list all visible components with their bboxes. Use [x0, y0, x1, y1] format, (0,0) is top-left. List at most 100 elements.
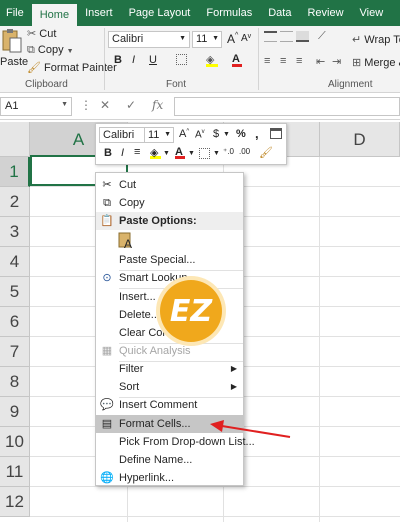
- mini-decrease-decimal-button[interactable]: .00: [239, 147, 250, 156]
- mini-currency-button[interactable]: $: [213, 128, 219, 140]
- increase-indent-button[interactable]: ⇥: [332, 55, 341, 68]
- chevron-down-icon[interactable]: ▼: [188, 150, 195, 157]
- paste-button[interactable]: Paste: [0, 28, 28, 74]
- formula-input[interactable]: [174, 97, 400, 116]
- menu-item-quick-analysis[interactable]: ▦ Quick Analysis: [96, 342, 243, 360]
- merge-label: Merge &: [364, 57, 400, 69]
- align-bottom-button[interactable]: [296, 31, 309, 45]
- ribbon-home: Paste ✂ Cut ⧉ Copy ▼ 🖌 Format Painter Cl…: [0, 26, 400, 93]
- menu-item-filter[interactable]: Filter ▶: [96, 360, 243, 378]
- borders-button[interactable]: [176, 54, 187, 68]
- mini-comma-button[interactable]: ,: [255, 126, 259, 141]
- cut-button[interactable]: ✂ Cut: [27, 27, 56, 40]
- tab-formulas[interactable]: Formulas: [198, 0, 260, 26]
- row-header[interactable]: 10: [0, 427, 30, 457]
- paste-values-button[interactable]: A: [118, 231, 136, 251]
- chevron-down-icon: ▼: [164, 131, 171, 138]
- row-header[interactable]: 1: [0, 157, 30, 187]
- cancel-entry-button[interactable]: ✕: [100, 98, 110, 112]
- chevron-down-icon[interactable]: ▼: [163, 150, 170, 157]
- mini-font-color-button[interactable]: A: [175, 146, 185, 159]
- font-name-select[interactable]: Calibri ▼: [108, 31, 190, 48]
- column-header-d[interactable]: D: [320, 122, 400, 157]
- mini-fill-color-button[interactable]: ◈: [150, 146, 161, 159]
- paste-values-letter: A: [124, 237, 133, 251]
- menu-item-sort-label: Sort: [119, 381, 140, 393]
- tab-page-layout[interactable]: Page Layout: [121, 0, 199, 26]
- menu-item-hyperlink[interactable]: 🌐 Hyperlink...: [96, 469, 243, 487]
- mini-font-name-select[interactable]: Calibri: [99, 127, 145, 143]
- tab-view[interactable]: View: [352, 0, 392, 26]
- chevron-down-icon[interactable]: ▼: [213, 150, 220, 157]
- menu-item-sort[interactable]: Sort ▶: [96, 378, 243, 396]
- tab-review[interactable]: Review: [299, 0, 351, 26]
- paintbrush-icon: 🖌: [27, 62, 41, 74]
- table-format-icon[interactable]: [270, 128, 282, 139]
- font-size-value: 11: [196, 33, 208, 45]
- row-header[interactable]: 4: [0, 247, 30, 277]
- menu-item-copy[interactable]: ⧉ Copy: [96, 194, 243, 212]
- name-box[interactable]: A1 ▼: [0, 97, 72, 116]
- mini-font-size-select[interactable]: 11 ▼: [144, 127, 174, 143]
- menu-item-insert-label: Insert...: [119, 291, 156, 303]
- mini-percent-button[interactable]: %: [236, 128, 246, 140]
- tab-data[interactable]: Data: [260, 0, 299, 26]
- merge-center-button[interactable]: ⊞ Merge &: [352, 56, 400, 69]
- mini-align-center-button[interactable]: ≡: [134, 146, 140, 158]
- shrink-font-button[interactable]: Av: [241, 33, 251, 44]
- menu-item-define-name[interactable]: Define Name...: [96, 451, 243, 469]
- fill-color-button[interactable]: ◈: [206, 53, 218, 67]
- mini-toolbar: Calibri ▼ 11 ▼ A^ Av $ ▼ % , B I ≡ ◈ ▼ A…: [95, 123, 287, 165]
- mini-italic-button[interactable]: I: [121, 147, 124, 159]
- menu-item-pick-from-list[interactable]: Pick From Drop-down List...: [96, 433, 255, 451]
- menu-item-format-cells[interactable]: ▤ Format Cells...: [96, 415, 243, 433]
- tab-home[interactable]: Home: [31, 4, 78, 26]
- chevron-down-icon[interactable]: ▼: [223, 131, 230, 138]
- copy-button[interactable]: ⧉ Copy ▼: [27, 44, 74, 57]
- row-header[interactable]: 8: [0, 367, 30, 397]
- font-color-icon: A: [232, 53, 240, 65]
- ribbon-tabs: File Home Insert Page Layout Formulas Da…: [0, 0, 400, 26]
- orientation-button[interactable]: ⟋: [318, 30, 326, 43]
- row-header[interactable]: 12: [0, 487, 30, 517]
- row-header[interactable]: 5: [0, 277, 30, 307]
- menu-item-insert-comment[interactable]: 💬 Insert Comment: [96, 396, 243, 414]
- tab-insert[interactable]: Insert: [77, 0, 121, 26]
- mini-shrink-font-button[interactable]: Av: [195, 129, 205, 140]
- tab-developer[interactable]: Dev: [391, 0, 400, 26]
- select-all-corner[interactable]: [0, 122, 30, 157]
- grid-line: [319, 157, 320, 522]
- menu-item-paste-special[interactable]: Paste Special...: [96, 251, 243, 269]
- underline-button[interactable]: U: [149, 54, 157, 66]
- align-left-button[interactable]: ≡: [264, 55, 270, 67]
- row-header[interactable]: 7: [0, 337, 30, 367]
- align-middle-button[interactable]: [280, 31, 293, 45]
- row-header[interactable]: 9: [0, 397, 30, 427]
- tab-file[interactable]: File: [0, 0, 32, 26]
- align-right-button[interactable]: ≡: [296, 55, 302, 67]
- align-top-button[interactable]: [264, 31, 277, 45]
- paste-icon: [2, 29, 22, 53]
- wrap-text-button[interactable]: ↵ Wrap Te: [352, 33, 400, 46]
- menu-item-cut[interactable]: ✂ Cut: [96, 176, 243, 194]
- grow-font-button[interactable]: A^: [227, 32, 238, 46]
- mini-increase-decimal-button[interactable]: ⁺.0: [223, 147, 234, 156]
- row-header[interactable]: 11: [0, 457, 30, 487]
- comment-icon: 💬: [100, 399, 114, 411]
- bold-button[interactable]: B: [114, 54, 122, 66]
- insert-function-button[interactable]: fx: [152, 98, 163, 112]
- mini-format-painter-icon[interactable]: 🖌: [259, 146, 273, 159]
- mini-bold-button[interactable]: B: [104, 147, 112, 159]
- menu-item-smart-lookup[interactable]: ⊙ Smart Lookup: [96, 269, 243, 287]
- font-size-select[interactable]: 11 ▼: [192, 31, 222, 48]
- mini-borders-button[interactable]: [199, 148, 210, 159]
- row-header[interactable]: 6: [0, 307, 30, 337]
- mini-grow-font-button[interactable]: A^: [179, 128, 189, 140]
- decrease-indent-button[interactable]: ⇤: [316, 55, 325, 68]
- align-center-button[interactable]: ≡: [280, 55, 286, 67]
- enter-entry-button[interactable]: ✓: [126, 98, 136, 112]
- italic-button[interactable]: I: [132, 54, 135, 66]
- row-header[interactable]: 2: [0, 187, 30, 217]
- row-header[interactable]: 3: [0, 217, 30, 247]
- font-color-button[interactable]: A: [232, 53, 242, 67]
